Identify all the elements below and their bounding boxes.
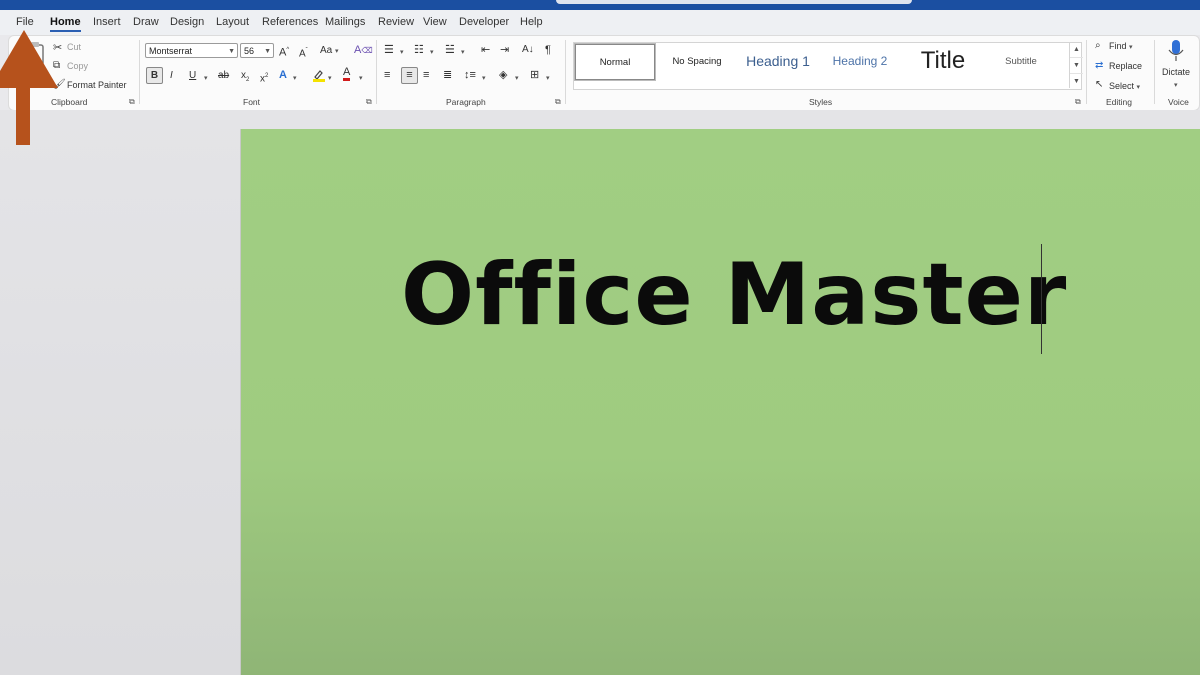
chevron-down-icon[interactable]: ▾ <box>430 47 434 59</box>
chevron-down-icon[interactable]: ▾ <box>482 73 486 85</box>
chevron-down-icon: ▼ <box>228 48 235 55</box>
document-page[interactable] <box>240 129 1200 675</box>
font-size-value: 56 <box>244 46 255 56</box>
format-painter-button[interactable]: Format Painter <box>67 80 127 90</box>
editing-label: Editing <box>1106 97 1132 107</box>
find-button[interactable]: Find ▾ <box>1109 41 1133 51</box>
title-bar <box>0 0 1200 10</box>
grow-font-icon[interactable]: A^ <box>279 44 289 59</box>
voice-label: Voice <box>1168 97 1189 107</box>
chevron-down-icon[interactable]: ▾ <box>204 73 208 85</box>
chevron-down-icon[interactable]: ▾ <box>1174 80 1178 92</box>
font-color-icon[interactable]: A <box>343 67 351 81</box>
highlight-icon[interactable] <box>312 68 326 85</box>
divider <box>1154 40 1155 104</box>
chevron-down-icon[interactable]: ▾ <box>400 47 404 59</box>
style-subtitle[interactable]: Subtitle <box>984 44 1058 78</box>
cut-button[interactable]: Cut <box>67 42 81 52</box>
subscript-button[interactable]: x2 <box>241 70 249 86</box>
line-spacing-icon[interactable]: ↕≡ <box>464 69 476 81</box>
copy-button[interactable]: Copy <box>67 61 88 71</box>
strikethrough-button[interactable]: ab <box>218 70 229 82</box>
replace-button[interactable]: Replace <box>1109 61 1142 71</box>
chevron-down-icon[interactable]: ▾ <box>461 47 465 59</box>
chevron-down-icon[interactable]: ▾ <box>515 73 519 85</box>
chevron-down-icon[interactable]: ▾ <box>546 73 550 85</box>
style-heading-2[interactable]: Heading 2 <box>821 44 899 78</box>
tab-help[interactable]: Help <box>520 16 543 28</box>
style-no-spacing[interactable]: No Spacing <box>657 44 737 78</box>
multilevel-list-icon[interactable]: ☱ <box>445 44 455 56</box>
show-marks-icon[interactable]: ¶ <box>545 44 551 56</box>
scroll-down-icon[interactable]: ▼ <box>1070 58 1083 74</box>
shading-icon[interactable]: ◈ <box>499 69 507 81</box>
numbering-icon[interactable]: ☷ <box>414 44 424 56</box>
paragraph-label: Paragraph <box>446 97 486 107</box>
align-center-icon[interactable]: ≡ <box>401 67 418 84</box>
superscript-button[interactable]: x2 <box>260 70 268 85</box>
tab-design[interactable]: Design <box>170 16 204 28</box>
style-title[interactable]: Title <box>902 44 984 78</box>
tab-layout[interactable]: Layout <box>216 16 249 28</box>
divider <box>1086 40 1087 104</box>
sort-icon[interactable]: A↓ <box>522 44 534 56</box>
align-right-icon[interactable]: ≡ <box>423 69 429 81</box>
align-left-icon[interactable]: ≡ <box>384 69 390 81</box>
document-heading-text[interactable]: Office Master <box>401 245 1067 355</box>
find-icon: ⌕ <box>1095 40 1101 51</box>
paragraph-launcher-icon[interactable]: ⧉ <box>555 97 561 107</box>
clipboard-launcher-icon[interactable]: ⧉ <box>129 97 135 107</box>
font-name-value: Montserrat <box>149 46 193 56</box>
italic-button[interactable]: I <box>170 70 173 82</box>
tab-review[interactable]: Review <box>378 16 414 28</box>
divider <box>565 40 566 104</box>
chevron-down-icon[interactable]: ▾ <box>359 73 363 85</box>
style-heading-1[interactable]: Heading 1 <box>739 44 817 78</box>
tab-file[interactable]: File <box>16 16 34 28</box>
ribbon-tabs: File Home Insert Draw Design Layout Refe… <box>0 10 1200 35</box>
decrease-indent-icon[interactable]: ⇤ <box>481 44 490 56</box>
font-label: Font <box>243 97 261 107</box>
chevron-down-icon[interactable]: ▾ <box>293 73 297 85</box>
tab-mailings[interactable]: Mailings <box>325 16 365 28</box>
replace-icon: ⇄ <box>1095 60 1104 71</box>
style-normal[interactable]: Normal <box>574 43 656 81</box>
shrink-font-icon[interactable]: Aˇ <box>299 45 308 60</box>
bullets-icon[interactable]: ☰ <box>384 44 394 56</box>
chevron-down-icon[interactable]: ▾ <box>328 73 332 85</box>
microphone-icon[interactable] <box>1168 39 1184 66</box>
arrow-up-icon <box>0 30 58 145</box>
chevron-down-icon: ▼ <box>264 48 271 55</box>
change-case-button[interactable]: Aa ▾ <box>320 45 339 58</box>
font-name-select[interactable]: Montserrat ▼ <box>145 43 238 58</box>
increase-indent-icon[interactable]: ⇥ <box>500 44 509 56</box>
styles-label: Styles <box>809 97 833 107</box>
tab-developer[interactable]: Developer <box>459 16 509 28</box>
styles-launcher-icon[interactable]: ⧉ <box>1075 97 1081 107</box>
tab-view[interactable]: View <box>423 16 447 28</box>
more-styles-icon[interactable]: ▼ <box>1070 74 1083 89</box>
dictate-button[interactable]: Dictate <box>1162 67 1190 77</box>
font-size-select[interactable]: 56 ▼ <box>240 43 274 58</box>
underline-button[interactable]: U <box>189 70 196 82</box>
text-effects-icon[interactable]: A <box>279 69 287 81</box>
text-cursor <box>1041 244 1042 354</box>
ribbon: ✂ Cut ⧉ Copy 🖌 Format Painter Clipboard … <box>8 35 1200 111</box>
clear-formatting-icon[interactable]: A⌫ <box>354 44 373 57</box>
divider <box>139 40 140 104</box>
tab-insert[interactable]: Insert <box>93 16 121 28</box>
styles-scroll[interactable]: ▲ ▼ ▼ <box>1069 42 1083 88</box>
tab-home[interactable]: Home <box>50 16 81 32</box>
divider <box>376 40 377 104</box>
justify-icon[interactable]: ≣ <box>443 69 452 81</box>
scroll-up-icon[interactable]: ▲ <box>1070 42 1083 58</box>
select-button[interactable]: Select ▾ <box>1109 81 1140 91</box>
tab-draw[interactable]: Draw <box>133 16 159 28</box>
tab-references[interactable]: References <box>262 16 318 28</box>
font-launcher-icon[interactable]: ⧉ <box>366 97 372 107</box>
bold-button[interactable]: B <box>146 67 163 84</box>
search-box[interactable] <box>556 0 912 4</box>
borders-icon[interactable]: ⊞ <box>530 69 539 81</box>
select-icon: ↖ <box>1095 79 1104 90</box>
